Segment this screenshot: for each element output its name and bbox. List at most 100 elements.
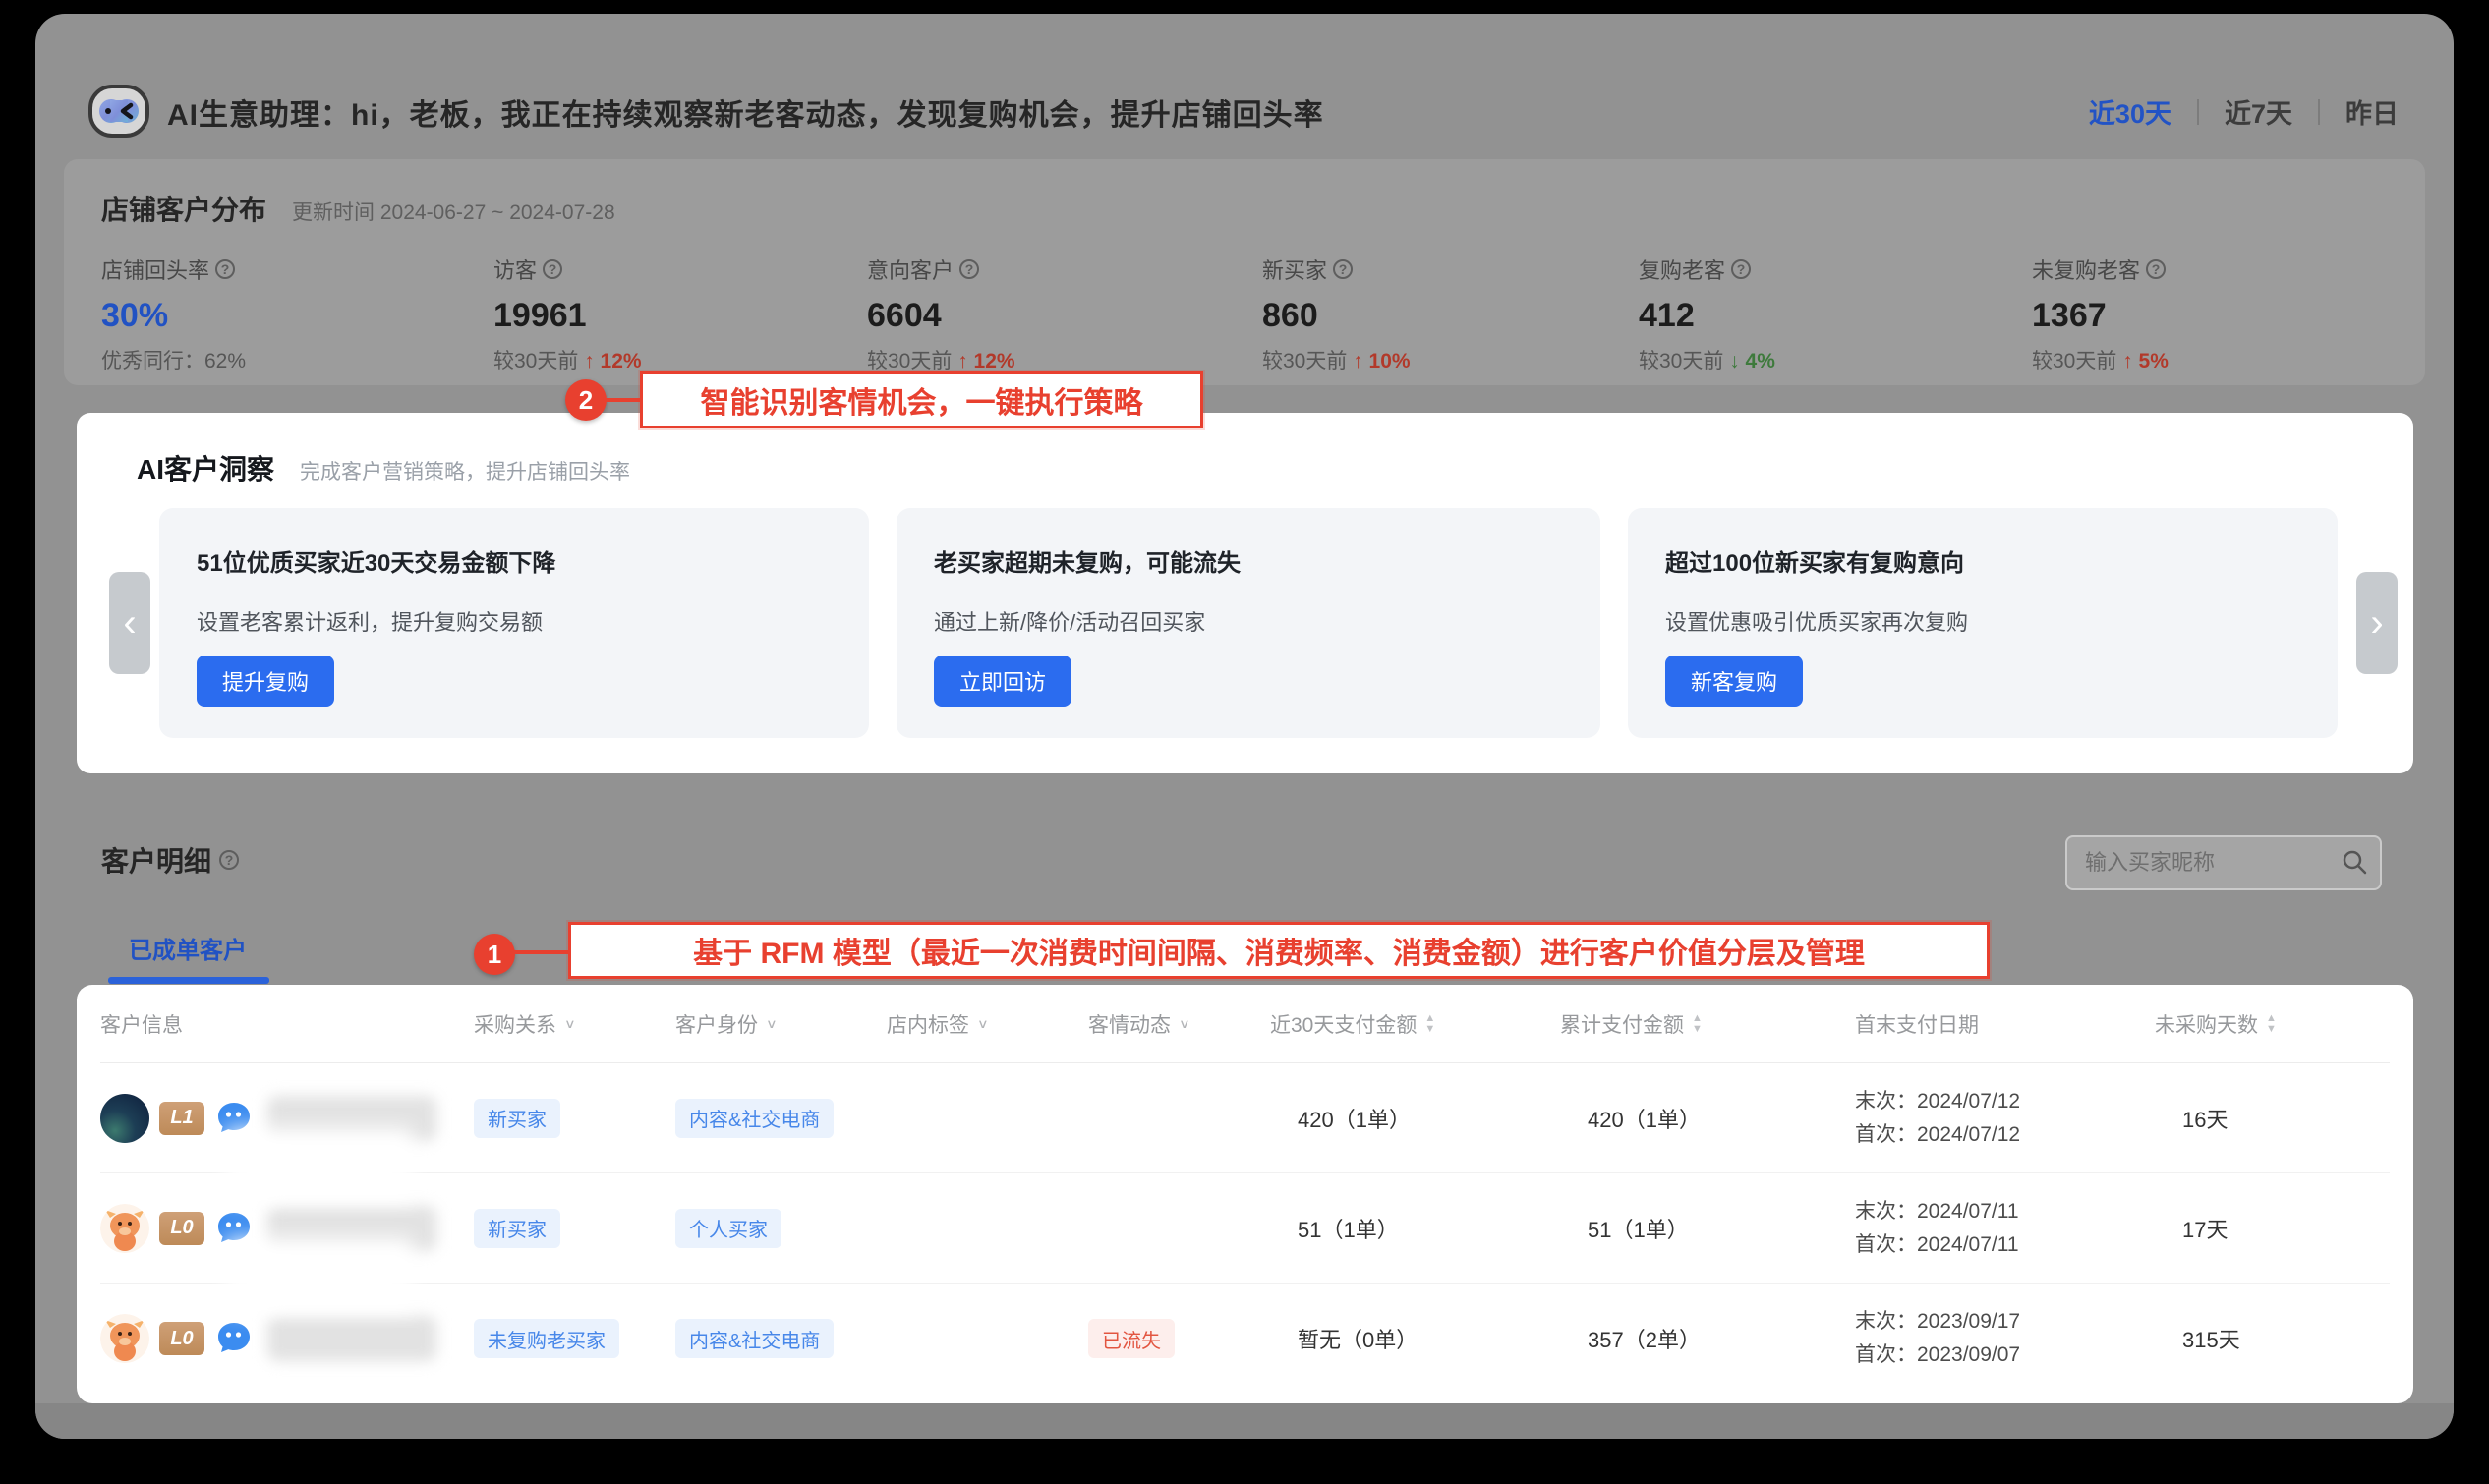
stat-non-repeat-customers: 未复购老客? 1367 较30天前 ↑ 5% bbox=[2032, 254, 2169, 374]
question-icon[interactable]: ? bbox=[219, 850, 239, 870]
stat-value: 860 bbox=[1262, 297, 1411, 335]
insight-subtitle: 完成客户营销策略，提升店铺回头率 bbox=[300, 456, 630, 485]
customer-name-blurred bbox=[267, 1316, 436, 1361]
footer-strip bbox=[35, 1403, 2454, 1439]
identity-tag: 内容&社交电商 bbox=[675, 1319, 834, 1358]
col-days-no-purchase[interactable]: 未采购天数▲▼ bbox=[2155, 1009, 2371, 1039]
col-pay-30d[interactable]: 近30天支付金额▲▼ bbox=[1270, 1009, 1560, 1039]
chat-icon[interactable] bbox=[214, 1319, 254, 1358]
relation-tag: 新买家 bbox=[474, 1209, 560, 1248]
col-purchase-relation[interactable]: 采购关系∨ bbox=[474, 1009, 675, 1039]
chat-icon[interactable] bbox=[214, 1099, 254, 1138]
col-store-tags[interactable]: 店内标签∨ bbox=[887, 1009, 1088, 1039]
relation-tag: 未复购老买家 bbox=[474, 1319, 619, 1358]
carousel-next-button[interactable]: › bbox=[2356, 572, 2398, 674]
stat-benchmark: 优秀同行：62% bbox=[101, 345, 246, 374]
total-pay-cell: 51（1单） bbox=[1560, 1213, 1855, 1244]
relation-cell: 新买家 bbox=[474, 1099, 675, 1138]
relation-cell: 未复购老买家 bbox=[474, 1319, 675, 1358]
first-pay-date: 首次：2024/07/11 bbox=[1855, 1228, 2155, 1262]
card-title: 超过100位新买家有复购意向 bbox=[1665, 543, 2300, 578]
revisit-now-button[interactable]: 立即回访 bbox=[934, 656, 1071, 707]
pay-dates-cell: 末次：2024/07/11 首次：2024/07/11 bbox=[1855, 1195, 2155, 1262]
question-icon[interactable]: ? bbox=[543, 259, 562, 279]
caret-down-icon: ∨ bbox=[1179, 1016, 1190, 1032]
relation-cell: 新买家 bbox=[474, 1209, 675, 1248]
question-icon[interactable]: ? bbox=[2146, 259, 2166, 279]
chevron-right-icon: › bbox=[2370, 601, 2383, 646]
stat-delta: 较30天前 ↑ 10% bbox=[1262, 345, 1411, 374]
question-icon[interactable]: ? bbox=[215, 259, 235, 279]
chevron-left-icon: ‹ bbox=[123, 601, 136, 646]
level-badge: L0 bbox=[159, 1322, 204, 1355]
annotation-badge-1: 1 bbox=[474, 934, 515, 975]
last-pay-date: 末次：2024/07/12 bbox=[1855, 1085, 2155, 1118]
stat-delta: 较30天前 ↓ 4% bbox=[1639, 345, 1775, 374]
col-customer-dynamics[interactable]: 客情动态∨ bbox=[1088, 1009, 1270, 1039]
carousel-prev-button[interactable]: ‹ bbox=[109, 572, 150, 674]
search-input[interactable] bbox=[2065, 835, 2382, 890]
customer-info-cell: L0 bbox=[100, 1314, 474, 1363]
question-icon[interactable]: ? bbox=[1731, 259, 1751, 279]
stat-value: 1367 bbox=[2032, 297, 2169, 335]
annotation-connector bbox=[605, 398, 640, 402]
stat-label: 复购老客 bbox=[1639, 254, 1725, 285]
stat-visitors: 访客? 19961 较30天前 ↑ 12% bbox=[493, 254, 642, 374]
top-header: AI生意助理：hi，老板，我正在持续观察新老客动态，发现复购机会，提升店铺回头率… bbox=[35, 14, 2454, 161]
tab-divider bbox=[2197, 99, 2199, 125]
search-icon[interactable] bbox=[2341, 848, 2368, 876]
identity-cell: 个人买家 bbox=[675, 1209, 887, 1248]
customer-info-cell: L1 bbox=[100, 1094, 474, 1143]
tab-ordered-customers[interactable]: 已成单客户 bbox=[129, 931, 247, 965]
caret-down-icon: ∨ bbox=[564, 1016, 576, 1032]
insight-card-trade-drop: 51位优质买家近30天交易金额下降 设置老客累计返利，提升复购交易额 提升复购 bbox=[159, 508, 869, 738]
pay30-cell: 51（1单） bbox=[1270, 1213, 1560, 1244]
customer-table: 客户信息 采购关系∨ 客户身份∨ 店内标签∨ 客情动态∨ 近30天支付金额▲▼ … bbox=[77, 985, 2413, 1403]
stat-value: 19961 bbox=[493, 297, 642, 335]
pay-dates-cell: 末次：2024/07/12 首次：2024/07/12 bbox=[1855, 1085, 2155, 1152]
stat-return-rate: 店铺回头率? 30% 优秀同行：62% bbox=[101, 254, 246, 374]
stat-value: 412 bbox=[1639, 297, 1775, 335]
date-range-tabs: 近30天 近7天 昨日 bbox=[2089, 92, 2399, 131]
question-icon[interactable]: ? bbox=[959, 259, 979, 279]
annotation-connector bbox=[513, 950, 568, 954]
stat-new-buyers: 新买家? 860 较30天前 ↑ 10% bbox=[1262, 254, 1411, 374]
update-time: 更新时间 2024-06-27 ~ 2024-07-28 bbox=[292, 197, 615, 226]
page-title: AI生意助理：hi，老板，我正在持续观察新老客动态，发现复购机会，提升店铺回头率 bbox=[167, 90, 1324, 134]
last-pay-date: 末次：2023/09/17 bbox=[1855, 1305, 2155, 1339]
stat-repeat-customers: 复购老客? 412 较30天前 ↓ 4% bbox=[1639, 254, 1775, 374]
tab-last-30-days[interactable]: 近30天 bbox=[2089, 92, 2171, 131]
level-badge: L1 bbox=[159, 1102, 204, 1135]
chat-icon[interactable] bbox=[214, 1209, 254, 1248]
stat-value: 30% bbox=[101, 297, 246, 335]
days-no-purchase-cell: 315天 bbox=[2155, 1323, 2371, 1354]
identity-cell: 内容&社交电商 bbox=[675, 1319, 887, 1358]
question-icon[interactable]: ? bbox=[1333, 259, 1353, 279]
sort-icon[interactable]: ▲▼ bbox=[1424, 1013, 1435, 1035]
total-pay-cell: 357（2单） bbox=[1560, 1323, 1855, 1354]
tab-yesterday[interactable]: 昨日 bbox=[2345, 92, 2399, 131]
ai-insight-section: AI客户洞察 完成客户营销策略，提升店铺回头率 51位优质买家近30天交易金额下… bbox=[77, 413, 2413, 773]
dynamics-cell: 已流失 bbox=[1088, 1319, 1270, 1358]
tab-last-7-days[interactable]: 近7天 bbox=[2225, 92, 2292, 131]
boost-repurchase-button[interactable]: 提升复购 bbox=[197, 656, 334, 707]
card-desc: 通过上新/降价/活动召回买家 bbox=[934, 605, 1563, 637]
pay30-cell: 420（1单） bbox=[1270, 1103, 1560, 1134]
customer-name-blurred bbox=[267, 1096, 436, 1141]
stat-label: 未复购老客 bbox=[2032, 254, 2140, 285]
col-customer-identity[interactable]: 客户身份∨ bbox=[675, 1009, 887, 1039]
table-row: L0 新买家 个人买家 51（1单） 51（1单） 末次：2024/07/11 … bbox=[100, 1173, 2390, 1284]
new-customer-repurchase-button[interactable]: 新客复购 bbox=[1665, 656, 1803, 707]
identity-tag: 内容&社交电商 bbox=[675, 1099, 834, 1138]
table-row: L0 未复购老买家 内容&社交电商 已流失 暂无（0单） 357（2单） 末次：… bbox=[100, 1284, 2390, 1394]
col-customer-info: 客户信息 bbox=[100, 1009, 474, 1039]
annotation-callout-1: 基于 RFM 模型（最近一次消费时间间隔、消费频率、消费金额）进行客户价值分层及… bbox=[568, 922, 1990, 979]
col-pay-total[interactable]: 累计支付金额▲▼ bbox=[1560, 1009, 1855, 1039]
sort-icon[interactable]: ▲▼ bbox=[2266, 1013, 2277, 1035]
screenshot-root: AI生意助理：hi，老板，我正在持续观察新老客动态，发现复购机会，提升店铺回头率… bbox=[0, 0, 2489, 1484]
col-first-last-pay-date: 首末支付日期 bbox=[1855, 1009, 2155, 1039]
identity-cell: 内容&社交电商 bbox=[675, 1099, 887, 1138]
churned-tag: 已流失 bbox=[1088, 1319, 1175, 1358]
sort-icon[interactable]: ▲▼ bbox=[1692, 1013, 1703, 1035]
avatar bbox=[100, 1204, 149, 1253]
